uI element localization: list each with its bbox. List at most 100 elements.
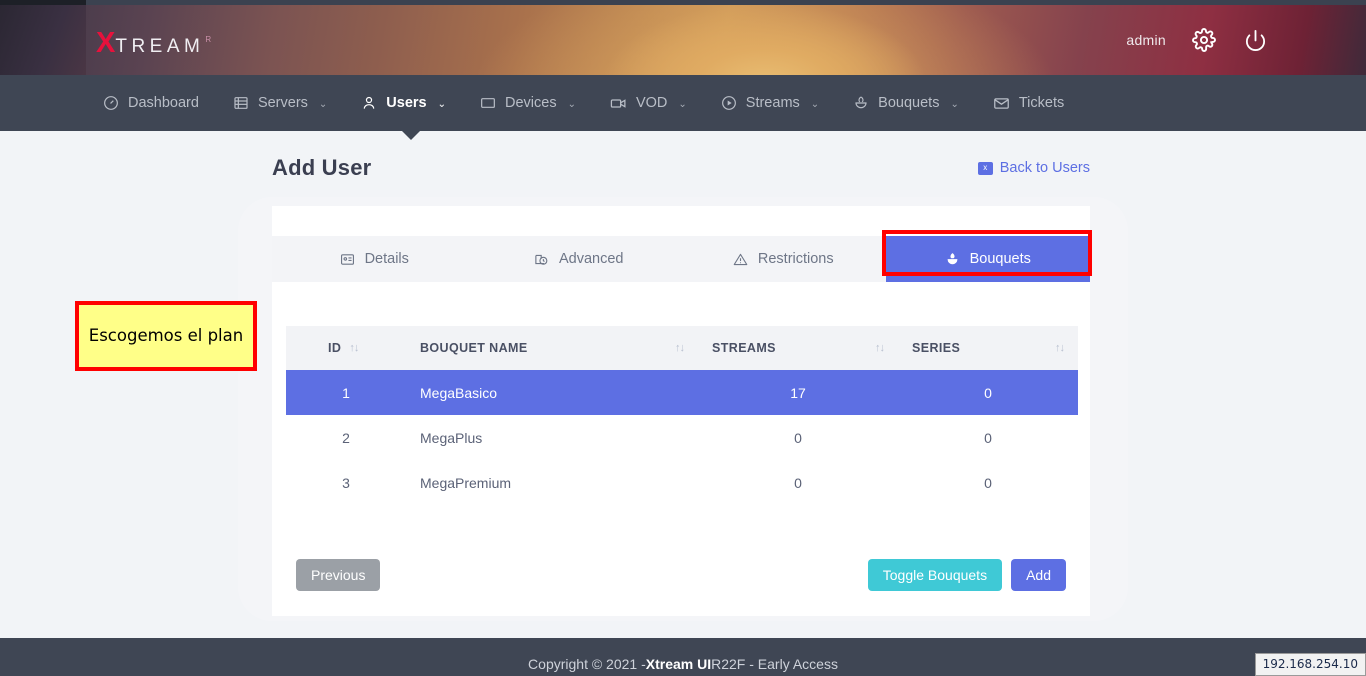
nav-label-dashboard: Dashboard [128, 95, 199, 111]
warning-triangle-icon [733, 252, 748, 267]
cell-id: 2 [286, 415, 406, 460]
table-row[interactable]: 2 MegaPlus 0 0 [286, 415, 1078, 460]
card-footer: Previous Toggle Bouquets Add [296, 559, 1066, 591]
bouquet-icon [853, 95, 869, 111]
tab-bouquets[interactable]: Bouquets [885, 236, 1090, 282]
back-arrow-icon: x [977, 161, 993, 175]
play-circle-icon [721, 95, 737, 111]
chevron-down-icon: ⌄ [810, 98, 820, 110]
card-tabs: Details Advanced Restrictions Bouquets [272, 236, 1090, 282]
back-to-users-label: Back to Users [999, 160, 1090, 176]
nav-item-devices[interactable]: Devices ⌄ [463, 75, 593, 131]
cell-streams: 17 [698, 370, 898, 415]
logo-superscript: R [205, 35, 212, 44]
nav-item-streams[interactable]: Streams ⌄ [704, 75, 836, 131]
annotation-callout: Escogemos el plan [75, 301, 257, 371]
xtream-logo: X TREAM R [96, 29, 211, 58]
cell-id: 1 [286, 370, 406, 415]
column-header-streams[interactable]: STREAMS ↑↓ [698, 326, 898, 370]
copyright-prefix: Copyright © 2021 - [528, 656, 646, 672]
video-icon [610, 95, 627, 112]
envelope-icon [993, 95, 1010, 112]
cell-series: 0 [898, 415, 1078, 460]
nav-item-servers[interactable]: Servers ⌄ [216, 75, 344, 131]
gauge-icon [103, 95, 119, 111]
cell-bouquet-name: MegaPlus [406, 415, 698, 460]
tab-label-advanced: Advanced [559, 251, 624, 267]
add-button[interactable]: Add [1011, 559, 1066, 591]
tab-details[interactable]: Details [272, 236, 477, 282]
sort-icon-streams[interactable]: ↑↓ [875, 342, 885, 354]
cell-bouquet-name: MegaBasico [406, 370, 698, 415]
page-title: Add User [272, 155, 372, 180]
table-body: 1 MegaBasico 17 0 2 MegaPlus 0 0 3 MegaP… [286, 370, 1078, 505]
power-icon[interactable] [1242, 27, 1268, 53]
nav-active-indicator [402, 131, 420, 140]
site-footer: Copyright © 2021 - Xtream UI R22F - Earl… [0, 638, 1366, 676]
chevron-down-icon: ⌄ [950, 98, 959, 110]
nav-items: Dashboard Servers ⌄ Users ⌄ Devices ⌄ VO… [86, 75, 1081, 131]
sort-icon-series[interactable]: ↑↓ [1055, 342, 1065, 354]
nav-item-users[interactable]: Users ⌄ [344, 75, 463, 131]
column-label-streams: STREAMS [712, 341, 776, 355]
chevron-down-icon: ⌄ [678, 98, 687, 110]
nav-item-bouquets[interactable]: Bouquets ⌄ [836, 75, 976, 131]
nav-label-streams: Streams [745, 95, 800, 111]
copyright-suffix: R22F - Early Access [711, 656, 838, 672]
page-header: Add User x Back to Users [272, 155, 1090, 181]
nav-label-bouquets: Bouquets [878, 95, 940, 111]
tab-label-details: Details [364, 251, 409, 267]
clock-box-icon [534, 252, 549, 267]
logo-text: TREAM [115, 36, 205, 57]
nav-label-servers: Servers [257, 95, 308, 111]
main-navbar: Dashboard Servers ⌄ Users ⌄ Devices ⌄ VO… [0, 75, 1366, 131]
table-head: ID ↑↓ BOUQUET NAME ↑↓ STREAMS ↑↓ SERIES … [286, 326, 1078, 370]
column-header-bouquet-name[interactable]: BOUQUET NAME ↑↓ [406, 326, 698, 370]
bouquet-icon [945, 252, 960, 267]
column-label-id: ID [328, 341, 342, 355]
column-header-id[interactable]: ID ↑↓ [286, 326, 406, 370]
nav-item-vod[interactable]: VOD ⌄ [593, 75, 704, 131]
bouquets-table: ID ↑↓ BOUQUET NAME ↑↓ STREAMS ↑↓ SERIES … [286, 326, 1078, 505]
tab-label-restrictions: Restrictions [757, 251, 834, 267]
tab-advanced[interactable]: Advanced [476, 236, 681, 282]
top-banner: X TREAM R admin [0, 5, 1366, 75]
nav-label-vod: VOD [635, 95, 668, 111]
nav-item-dashboard[interactable]: Dashboard [86, 75, 216, 131]
footer-actions: Toggle Bouquets Add [867, 559, 1066, 591]
sort-icon-id[interactable]: ↑↓ [349, 342, 359, 354]
nav-label-users: Users [386, 95, 427, 111]
chevron-down-icon: ⌄ [567, 98, 576, 110]
cell-series: 0 [898, 370, 1078, 415]
id-card-icon [340, 252, 355, 267]
chevron-down-icon: ⌄ [318, 98, 328, 110]
cell-streams: 0 [698, 460, 898, 505]
app-screen: X TREAM R admin Dashboard Servers ⌄ User… [0, 0, 1366, 676]
banner-user-area: admin [1126, 27, 1268, 53]
back-to-users-link[interactable]: x Back to Users [977, 160, 1090, 176]
table-header-row: ID ↑↓ BOUQUET NAME ↑↓ STREAMS ↑↓ SERIES … [286, 326, 1078, 370]
copyright-brand: Xtream UI [645, 656, 712, 672]
table-row[interactable]: 1 MegaBasico 17 0 [286, 370, 1078, 415]
column-header-series[interactable]: SERIES ↑↓ [898, 326, 1078, 370]
logo-x-letter: X [96, 27, 116, 59]
gear-icon[interactable] [1191, 27, 1217, 53]
previous-button[interactable]: Previous [296, 559, 381, 591]
table-row[interactable]: 3 MegaPremium 0 0 [286, 460, 1078, 505]
tab-label-bouquets: Bouquets [969, 251, 1031, 267]
chevron-down-icon: ⌄ [437, 98, 446, 110]
cell-bouquet-name: MegaPremium [406, 460, 698, 505]
cell-series: 0 [898, 460, 1078, 505]
add-user-card: Details Advanced Restrictions Bouquets I… [272, 206, 1090, 616]
cell-streams: 0 [698, 415, 898, 460]
bouquets-table-wrapper: ID ↑↓ BOUQUET NAME ↑↓ STREAMS ↑↓ SERIES … [286, 326, 1078, 505]
nav-label-devices: Devices [505, 95, 557, 111]
toggle-bouquets-button[interactable]: Toggle Bouquets [867, 559, 1003, 591]
server-list-icon [233, 95, 249, 111]
admin-username[interactable]: admin [1126, 32, 1166, 48]
nav-item-tickets[interactable]: Tickets [976, 75, 1081, 131]
column-label-bouquet-name: BOUQUET NAME [420, 341, 528, 355]
sort-icon-bouquet-name[interactable]: ↑↓ [675, 342, 685, 354]
tab-restrictions[interactable]: Restrictions [681, 236, 886, 282]
column-label-series: SERIES [912, 341, 961, 355]
